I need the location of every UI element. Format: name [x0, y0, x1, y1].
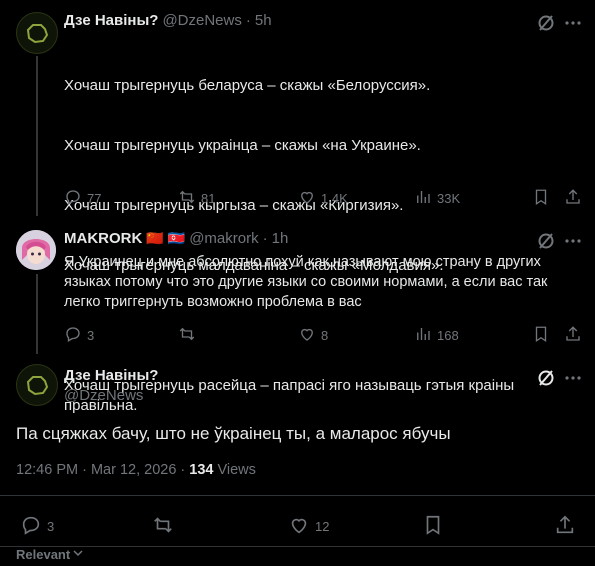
like-button[interactable]: 8 [298, 325, 328, 346]
chevron-down-icon [72, 547, 84, 562]
relevant-label: Relevant [16, 547, 71, 562]
grok-icon[interactable] [536, 13, 556, 33]
divider [0, 495, 595, 496]
like-count: 12 [315, 519, 330, 534]
repost-count: 81 [201, 191, 216, 206]
author-name[interactable]: Дзе Навіны? [64, 12, 158, 29]
tweet-line: Хочаш трыгернуць украінца – скажы «на Ук… [64, 137, 421, 154]
views-button[interactable]: 168 [414, 325, 459, 346]
views-button[interactable]: 33K [414, 188, 460, 209]
views-label: Views [217, 462, 256, 478]
repost-icon [152, 514, 174, 539]
tweet-time[interactable]: 1h [272, 230, 289, 247]
reply-button[interactable]: 77 [64, 188, 101, 209]
tweet-time[interactable]: 5h [255, 12, 272, 29]
bookmark-icon[interactable] [422, 514, 444, 536]
like-count: 1.4K [321, 191, 348, 206]
flag-north-korea: 🇰🇵 [167, 230, 186, 246]
reply-count: 77 [87, 191, 102, 206]
views-icon [414, 325, 432, 346]
reply-button[interactable]: 3 [20, 514, 54, 539]
repost-button[interactable] [178, 325, 201, 346]
bookmark-icon[interactable] [532, 325, 550, 343]
share-icon[interactable] [554, 514, 576, 536]
separator: · [245, 12, 251, 29]
views-count: 33K [437, 191, 461, 206]
bookmark-icon[interactable] [532, 188, 550, 206]
author-name[interactable]: Дзе Навіны? [64, 367, 158, 384]
more-icon[interactable] [563, 231, 583, 251]
avatar-dzenews[interactable] [16, 12, 58, 54]
tweet-text: Я Украинец и мне абсолютно похуй как наз… [64, 254, 552, 310]
author-handle[interactable]: @DzeNews [162, 12, 241, 29]
views-count: 168 [437, 328, 459, 343]
like-button[interactable]: 12 [288, 514, 329, 539]
reply-icon [64, 188, 82, 209]
like-icon [288, 514, 310, 539]
avatar-dzenews[interactable] [16, 364, 58, 406]
reply-count: 3 [47, 519, 55, 534]
like-icon [298, 325, 316, 346]
share-icon[interactable] [564, 188, 582, 206]
like-icon [298, 188, 316, 209]
more-icon[interactable] [563, 368, 583, 388]
views-icon [414, 188, 432, 209]
reply-icon [20, 514, 42, 539]
flag-china: 🇨🇳 [146, 230, 164, 246]
repost-button[interactable] [152, 514, 179, 539]
reply-icon [64, 325, 82, 346]
views-count: 134 [189, 462, 214, 478]
repost-icon [178, 188, 196, 209]
grok-icon[interactable] [536, 368, 556, 388]
author-handle[interactable]: @makrork [189, 230, 258, 247]
like-count: 8 [321, 328, 329, 343]
thread-line [36, 56, 38, 216]
author-handle[interactable]: @DzeNews [64, 387, 143, 404]
tweet-text: Па сцяжках бачу, што не ўкраінец ты, а м… [16, 424, 451, 443]
like-button[interactable]: 1.4K [298, 188, 348, 209]
relevant-sort-button[interactable]: Relevant [16, 547, 84, 562]
share-icon[interactable] [564, 325, 582, 343]
repost-button[interactable]: 81 [178, 188, 215, 209]
tweet-line: Хочаш трыгернуць беларуса – скажы «Белор… [64, 77, 431, 94]
author-name[interactable]: MAKRORK [64, 230, 142, 247]
repost-icon [178, 325, 196, 346]
reply-count: 3 [87, 328, 95, 343]
separator: · [262, 230, 268, 247]
divider [0, 546, 595, 547]
more-icon[interactable] [563, 13, 583, 33]
reply-button[interactable]: 3 [64, 325, 94, 346]
grok-icon[interactable] [536, 231, 556, 251]
thread-line [36, 274, 38, 354]
tweet-timestamp[interactable]: 12:46 PM · Mar 12, 2026 · [16, 462, 185, 478]
avatar-makrork[interactable] [16, 230, 56, 270]
